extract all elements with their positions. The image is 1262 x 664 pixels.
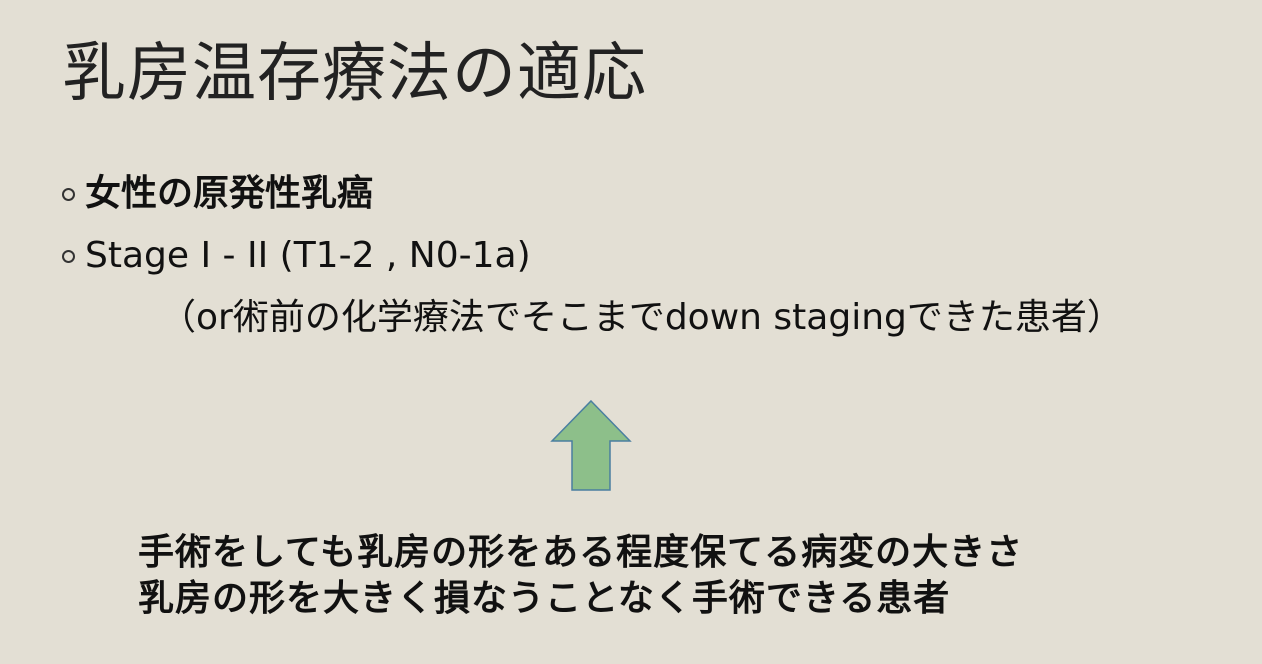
- slide: 乳房温存療法の適応 女性の原発性乳癌 Stage I - II (T1-2 , …: [0, 0, 1262, 664]
- bullet-circle-icon: [62, 250, 75, 263]
- bullet-item-primary-cancer: 女性の原発性乳癌: [62, 168, 1222, 230]
- bullet-item-label: Stage I - II (T1-2 , N0-1a): [85, 235, 531, 276]
- staging-note: （or術前の化学療法でそこまでdown stagingできた患者）: [160, 297, 1123, 338]
- bottom-summary-line-1: 手術をしても乳房の形をある程度保てる病変の大きさ: [138, 532, 1024, 573]
- bottom-summary: 手術をしても乳房の形をある程度保てる病変の大きさ 乳房の形を大きく損なうことなく…: [138, 530, 1138, 622]
- up-arrow-icon: [550, 399, 632, 491]
- bottom-summary-line-2: 乳房の形を大きく損なうことなく手術できる患者: [138, 578, 951, 619]
- bullet-circle-icon: [62, 188, 75, 201]
- bullet-item-label: 女性の原発性乳癌: [85, 173, 374, 214]
- bullet-item-stage: Stage I - II (T1-2 , N0-1a): [62, 230, 1222, 292]
- bullet-list: 女性の原発性乳癌 Stage I - II (T1-2 , N0-1a): [62, 168, 1222, 292]
- up-arrow-shape: [550, 399, 632, 491]
- slide-title: 乳房温存療法の適応: [62, 37, 647, 111]
